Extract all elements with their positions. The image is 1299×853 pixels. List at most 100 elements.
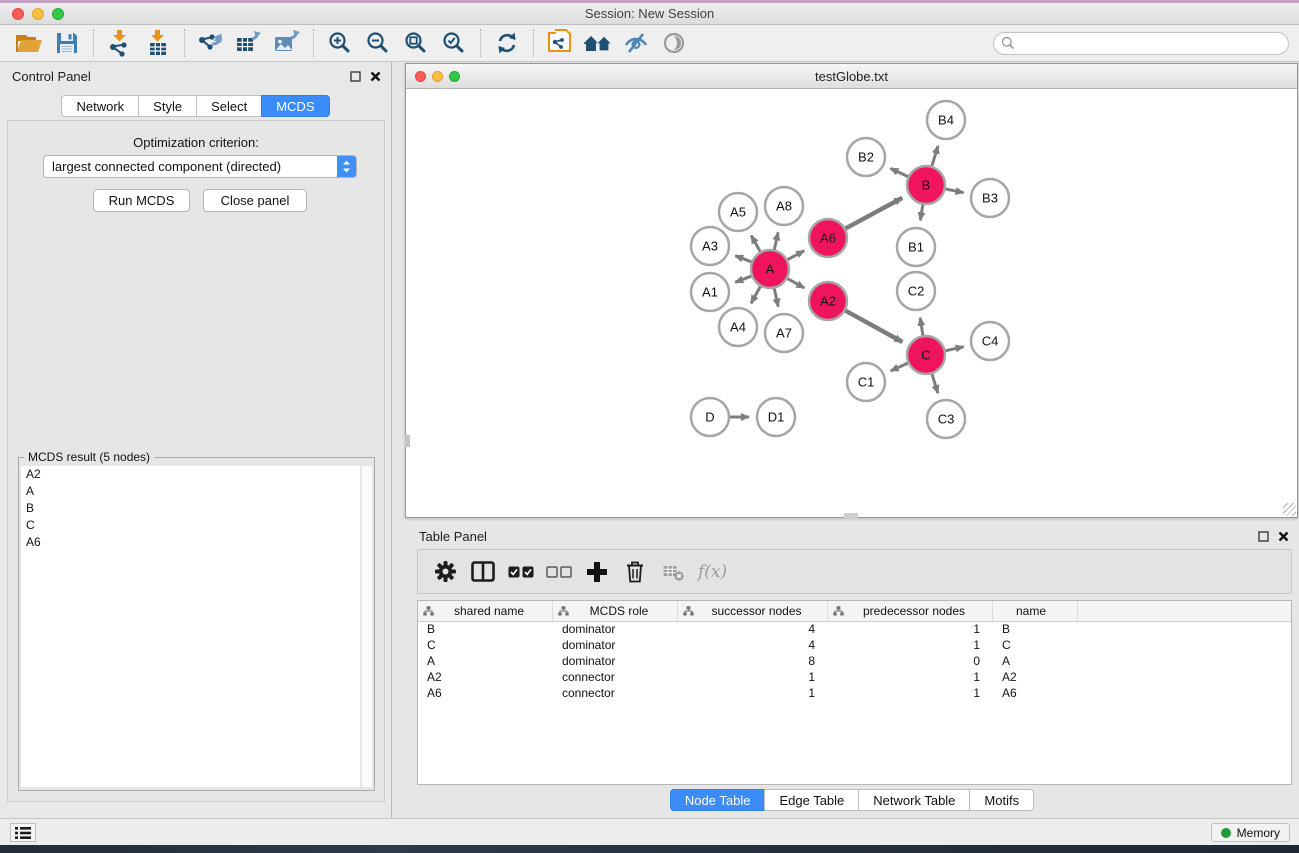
column-header-predecessor-nodes[interactable]: predecessor nodes [828,601,993,621]
float-panel-icon[interactable] [350,71,361,82]
table-row[interactable]: Cdominator41C [418,638,1291,654]
table-cell[interactable]: A [993,654,1078,670]
edge-A-A5[interactable] [751,236,761,254]
memory-button[interactable]: Memory [1211,823,1290,842]
network-graph[interactable]: B4B2BB3A8A5A6A3B1AC2A1A2A4A7C4CC1DD1C3 [406,89,1297,517]
table-cell[interactable]: 4 [678,622,828,638]
network-from-file-icon[interactable] [545,29,575,57]
select-all-columns-icon[interactable] [506,557,536,587]
table-cell[interactable]: C [418,638,553,654]
table-cell[interactable]: 1 [678,670,828,686]
save-session-icon[interactable] [52,29,82,57]
home-icon[interactable] [583,29,613,57]
edge-A-A2[interactable] [786,278,805,288]
network-canvas[interactable]: B4B2BB3A8A5A6A3B1AC2A1A2A4A7C4CC1DD1C3 [406,89,1297,517]
import-table-icon[interactable] [143,29,173,57]
table-tab-network-table[interactable]: Network Table [858,789,970,811]
float-table-panel-icon[interactable] [1258,531,1269,542]
graph-node-B1[interactable]: B1 [897,228,935,266]
table-tab-edge-table[interactable]: Edge Table [764,789,859,811]
edge-A6-B[interactable] [844,198,902,230]
zoom-fit-icon[interactable] [401,29,431,57]
open-session-icon[interactable] [14,29,44,57]
resize-grip[interactable] [1283,503,1296,516]
delete-table-icon[interactable] [658,557,688,587]
graph-node-B2[interactable]: B2 [847,138,885,176]
export-table-icon[interactable] [234,29,264,57]
graph-node-C4[interactable]: C4 [971,322,1009,360]
refresh-icon[interactable] [492,29,522,57]
table-cell[interactable]: connector [553,686,678,702]
export-image-icon[interactable] [272,29,302,57]
tab-style[interactable]: Style [138,95,197,117]
tab-select[interactable]: Select [196,95,262,117]
graph-node-C2[interactable]: C2 [897,272,935,310]
settings-gear-icon[interactable] [430,557,460,587]
graph-node-B4[interactable]: B4 [927,101,965,139]
run-mcds-button[interactable]: Run MCDS [93,189,190,212]
table-row[interactable]: Adominator80A [418,654,1291,670]
table-cell[interactable]: A [418,654,553,670]
mcds-result-scrollbar[interactable] [361,466,372,787]
table-cell[interactable]: C [993,638,1078,654]
table-row[interactable]: A6connector11A6 [418,686,1291,702]
export-network-icon[interactable] [196,29,226,57]
graph-node-A6[interactable]: A6 [809,219,847,257]
table-cell[interactable]: 1 [678,686,828,702]
graph-node-C3[interactable]: C3 [927,400,965,438]
close-panel-icon[interactable] [370,71,381,82]
graph-node-A3[interactable]: A3 [691,227,729,265]
table-cell[interactable]: 1 [828,638,993,654]
mcds-result-item[interactable]: A2 [21,466,360,483]
graph-node-B3[interactable]: B3 [971,179,1009,217]
mcds-result-item[interactable]: B [21,500,360,517]
tab-mcds[interactable]: MCDS [261,95,329,117]
function-builder-icon[interactable]: f(x) [698,562,727,582]
deselect-all-columns-icon[interactable] [544,557,574,587]
table-cell[interactable]: 4 [678,638,828,654]
table-cell[interactable]: B [418,622,553,638]
table-cell[interactable]: A6 [418,686,553,702]
graph-node-C1[interactable]: C1 [847,363,885,401]
search-input[interactable] [1015,34,1288,52]
search-field[interactable] [993,32,1289,55]
column-header-name[interactable]: name [993,601,1078,621]
edge-C-C4[interactable] [944,347,964,351]
show-graphics-details-icon[interactable] [659,29,689,57]
table-row[interactable]: Bdominator41B [418,622,1291,638]
mcds-result-item[interactable]: A6 [21,534,360,551]
table-cell[interactable]: 8 [678,654,828,670]
zoom-out-icon[interactable] [363,29,393,57]
graph-node-A[interactable]: A [751,250,789,288]
edge-B-B3[interactable] [944,189,964,193]
table-cell[interactable]: connector [553,670,678,686]
import-network-icon[interactable] [105,29,135,57]
edge-A2-C[interactable] [844,310,903,342]
edge-A-A3[interactable] [735,256,753,263]
mcds-result-item[interactable]: C [21,517,360,534]
split-view-icon[interactable] [468,557,498,587]
graph-node-A8[interactable]: A8 [765,187,803,225]
tab-network[interactable]: Network [61,95,139,117]
task-history-button[interactable] [10,823,36,842]
edge-B-B4[interactable] [931,146,938,168]
table-cell[interactable]: dominator [553,638,678,654]
table-tab-motifs[interactable]: Motifs [969,789,1034,811]
graph-node-B[interactable]: B [907,166,945,204]
close-panel-button[interactable]: Close panel [203,189,307,212]
table-cell[interactable]: A6 [993,686,1078,702]
table-cell[interactable]: 1 [828,670,993,686]
zoom-in-icon[interactable] [325,29,355,57]
column-header-successor-nodes[interactable]: successor nodes [678,601,828,621]
edge-A-A6[interactable] [786,251,804,261]
table-cell[interactable]: dominator [553,654,678,670]
table-tab-node-table[interactable]: Node Table [670,789,766,811]
graph-node-A2[interactable]: A2 [809,282,847,320]
vertical-scroll-thumb[interactable] [405,435,410,447]
graph-node-D[interactable]: D [691,398,729,436]
close-table-panel-icon[interactable] [1278,531,1289,542]
mcds-result-item[interactable]: A [21,483,360,500]
delete-column-icon[interactable] [620,557,650,587]
edge-A-A1[interactable] [735,275,753,282]
edge-C-C1[interactable] [891,362,910,371]
